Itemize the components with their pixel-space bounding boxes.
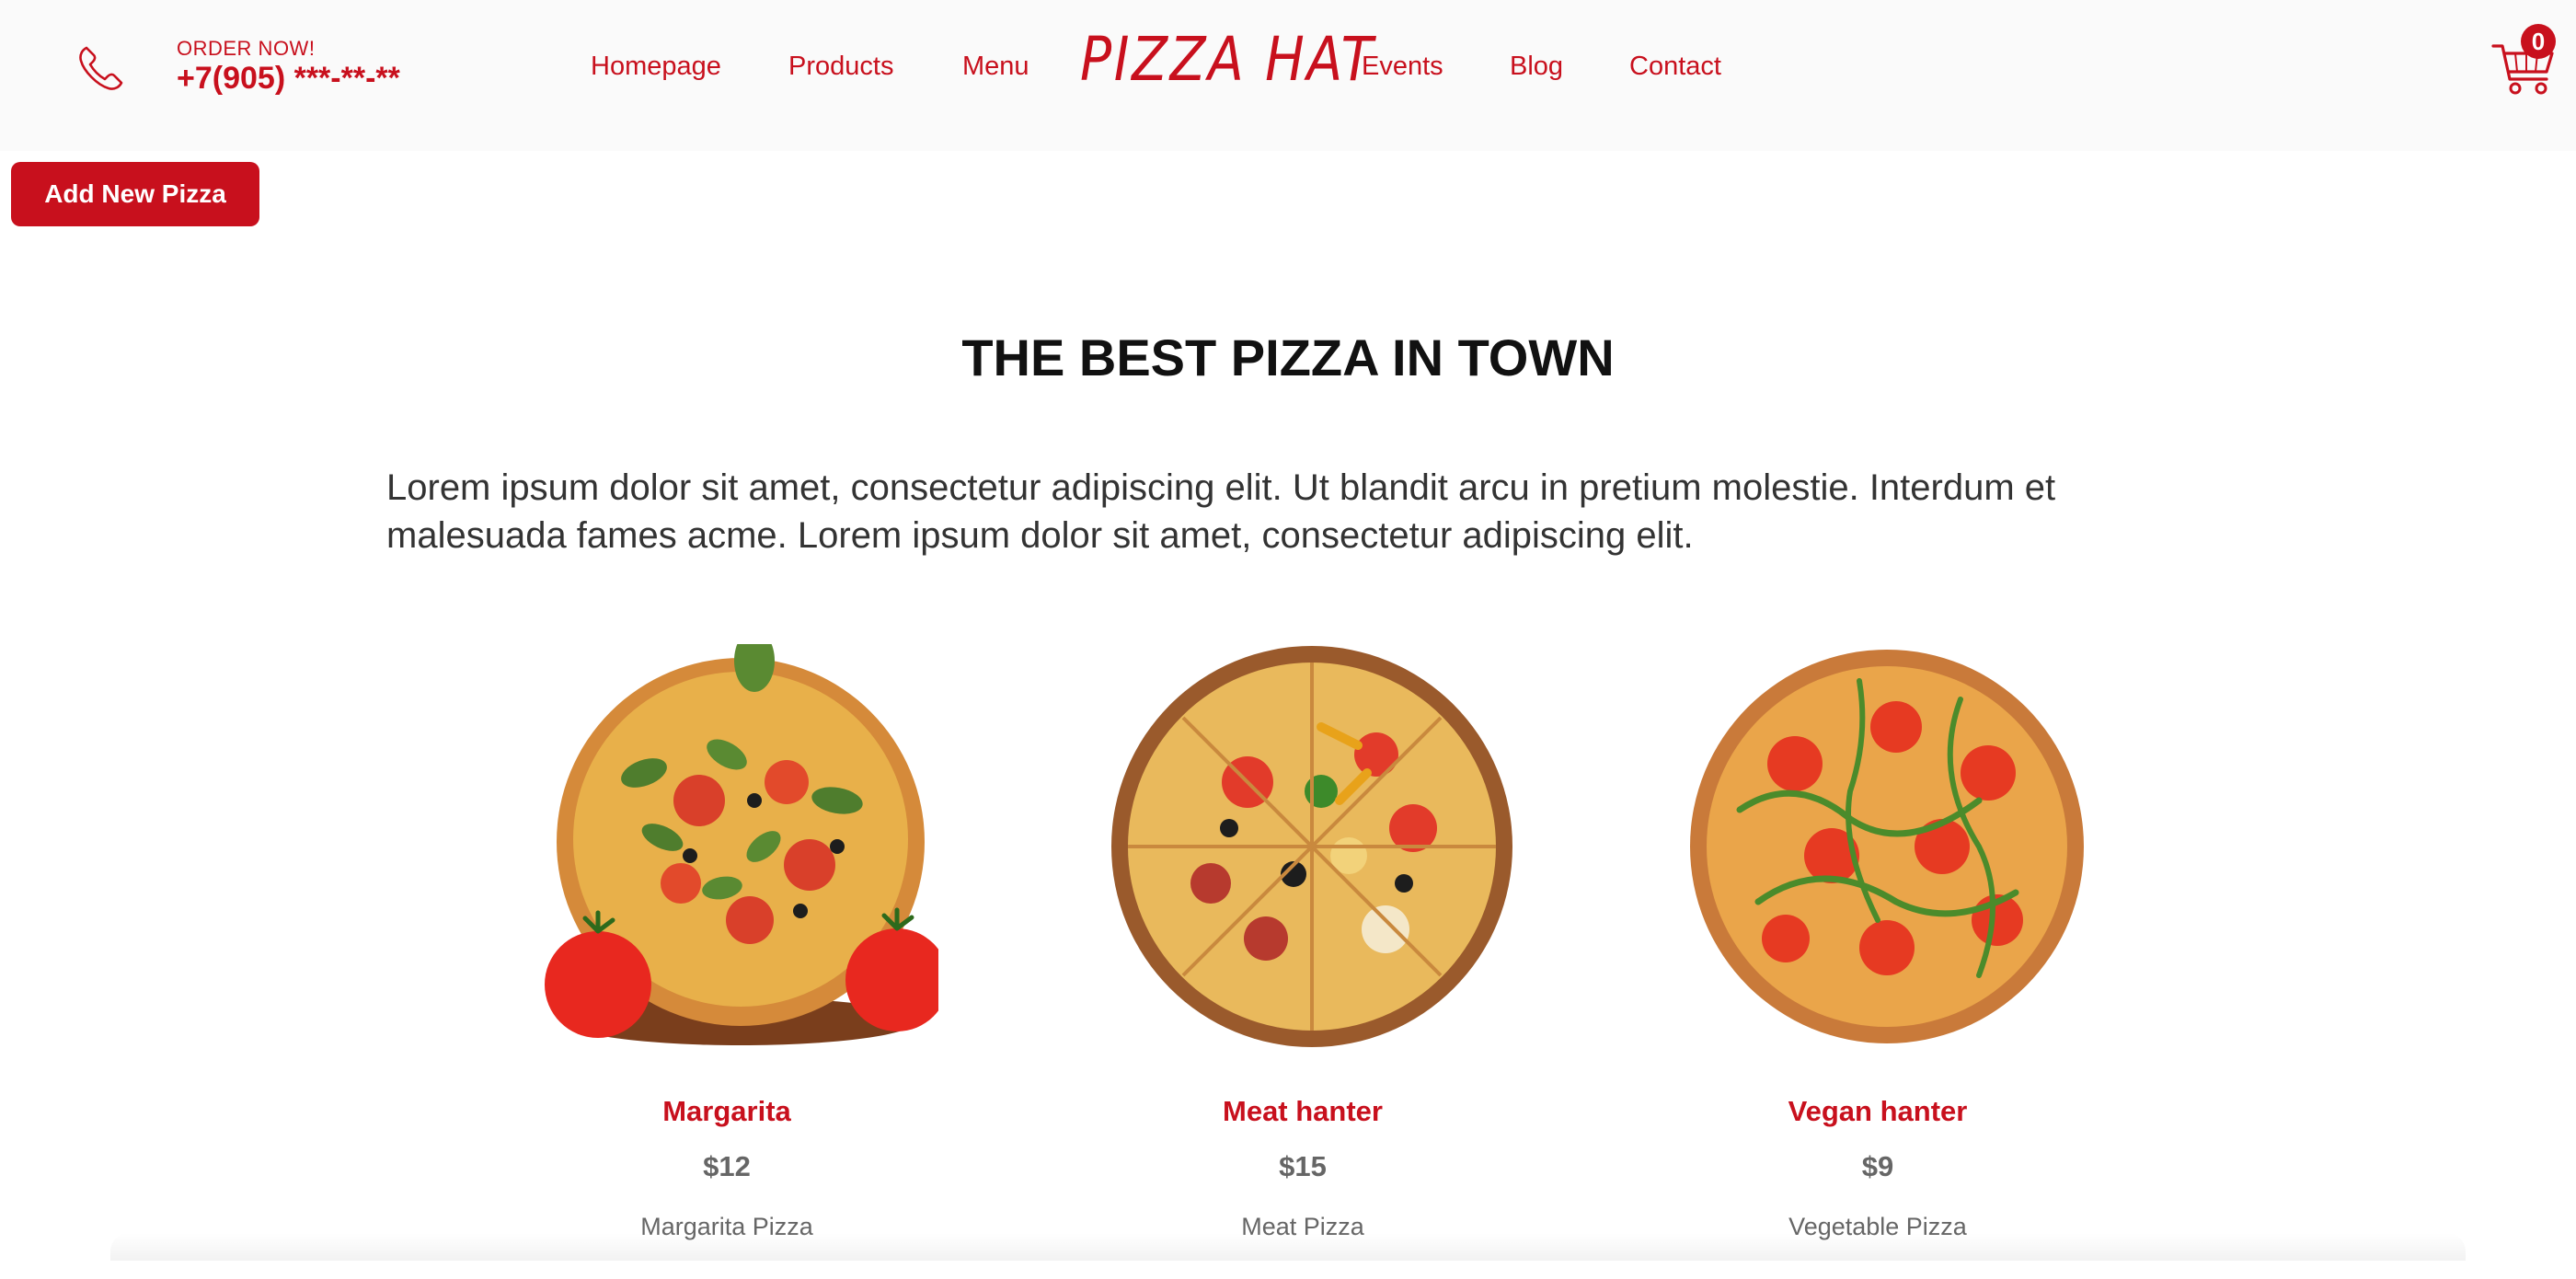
logo[interactable]: PIZZA HAT [1080, 24, 1375, 95]
site-header: ORDER NOW! +7(905) ***-**-** Homepage Pr… [0, 0, 2576, 151]
product-name[interactable]: Vegan hanter [1648, 1095, 2108, 1128]
intro-paragraph: Lorem ipsum dolor sit amet, consectetur … [386, 467, 2056, 556]
nav-events[interactable]: Events [1362, 52, 1443, 82]
pizza-image-margarita[interactable] [534, 644, 938, 1049]
product-price: $9 [1861, 1150, 1894, 1182]
nav-products[interactable]: Products [788, 52, 893, 82]
product-name[interactable]: Margarita [497, 1095, 957, 1128]
nav-contact[interactable]: Contact [1629, 52, 1721, 82]
content-panel-shadow [110, 1233, 2466, 1261]
nav-blog[interactable]: Blog [1510, 52, 1563, 82]
product-price: $12 [703, 1150, 751, 1182]
product-name[interactable]: Meat hanter [1073, 1095, 1533, 1128]
product-price: $15 [1279, 1150, 1327, 1182]
nav-menu[interactable]: Menu [962, 52, 1029, 82]
section-title: THE BEST PIZZA IN TOWN [961, 328, 1615, 386]
phone-number[interactable]: +7(905) ***-**-** [177, 61, 400, 97]
pizza-image-meat-hanter[interactable] [1110, 644, 1514, 1049]
nav-homepage[interactable]: Homepage [591, 52, 721, 82]
add-new-pizza-button[interactable]: Add New Pizza [11, 162, 259, 226]
order-now-label: ORDER NOW! [177, 37, 316, 60]
pizza-image-vegan-hanter[interactable] [1685, 644, 2089, 1049]
cart-count-badge: 0 [2521, 24, 2556, 59]
phone-icon[interactable] [74, 40, 129, 96]
